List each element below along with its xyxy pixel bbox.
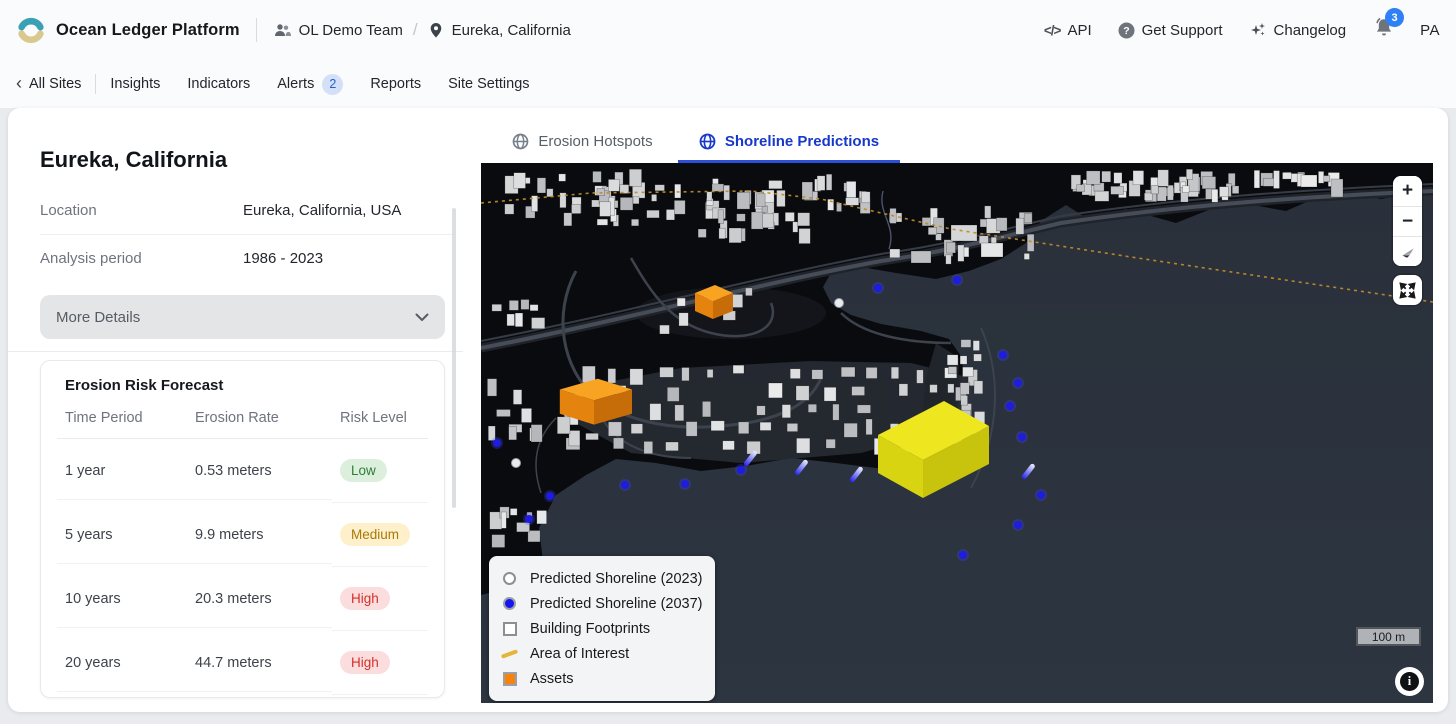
- legend-label: Predicted Shoreline (2037): [530, 596, 703, 612]
- changelog-link[interactable]: Changelog: [1249, 21, 1347, 39]
- app-title: Ocean Ledger Platform: [56, 21, 240, 40]
- risk-badge: Low: [340, 459, 387, 482]
- map-viewport: Predicted Shoreline (2023) Predicted Shor…: [481, 163, 1433, 703]
- circle-blue-icon: [501, 597, 518, 610]
- erosion-risk-forecast-card: Erosion Risk Forecast Time Period Erosio…: [40, 360, 445, 698]
- chevron-down-icon: [415, 313, 429, 322]
- risk-badge: High: [340, 651, 390, 674]
- square-outline-icon: [501, 622, 518, 636]
- line-yellow-icon: [501, 652, 518, 656]
- zoom-out-button[interactable]: −: [1393, 206, 1422, 236]
- location-value: Eureka, California, USA: [243, 202, 401, 219]
- globe-icon: [699, 133, 716, 150]
- circle-outline-icon: [501, 572, 518, 585]
- zoom-in-button[interactable]: +: [1393, 176, 1422, 206]
- location-label: Location: [40, 202, 243, 219]
- map-legend: Predicted Shoreline (2023) Predicted Shor…: [489, 556, 715, 701]
- team-icon: [273, 22, 291, 38]
- table-cell-period: 1 year: [57, 443, 187, 500]
- app-header: Ocean Ledger Platform OL Demo Team / Eur…: [0, 0, 1456, 60]
- table-cell-risk: Low: [332, 439, 428, 503]
- location-field: Location Eureka, California, USA: [40, 187, 453, 234]
- back-chevron-icon: ‹: [16, 74, 22, 92]
- tab-shoreline-predictions[interactable]: Shoreline Predictions: [678, 123, 900, 163]
- alerts-count-badge: 2: [322, 74, 343, 95]
- sparkles-icon: [1249, 21, 1267, 39]
- site-breadcrumb[interactable]: Eureka, California: [428, 22, 571, 39]
- legend-item: Assets: [501, 666, 703, 691]
- site-summary-panel: Eureka, California Location Eureka, Cali…: [8, 108, 463, 712]
- site-subnav: ‹ All Sites Insights Indicators Alerts 2…: [0, 60, 1456, 108]
- fullscreen-button[interactable]: [1393, 275, 1422, 305]
- help-icon: ?: [1118, 22, 1135, 39]
- forecast-table: Time Period Erosion Rate Risk Level 1 ye…: [57, 406, 428, 695]
- analysis-period-label: Analysis period: [40, 250, 243, 267]
- nav-item-site-settings[interactable]: Site Settings: [448, 76, 529, 92]
- legend-label: Building Footprints: [530, 621, 650, 637]
- subnav-divider: [95, 74, 96, 94]
- panel-scrollbar-thumb[interactable]: [452, 208, 456, 508]
- analysis-period-field: Analysis period 1986 - 2023: [40, 234, 453, 282]
- code-icon: </>: [1044, 23, 1061, 38]
- square-orange-icon: [501, 672, 518, 686]
- location-pin-icon: [428, 22, 444, 39]
- legend-label: Assets: [530, 671, 574, 687]
- legend-item: Area of Interest: [501, 641, 703, 666]
- map-attribution-button[interactable]: i: [1395, 667, 1424, 696]
- legend-label: Predicted Shoreline (2023): [530, 571, 703, 587]
- forecast-title: Erosion Risk Forecast: [65, 377, 428, 394]
- table-cell-rate: 20.3 meters: [187, 571, 332, 628]
- svg-text:?: ?: [1123, 25, 1129, 37]
- column-header-risk-level: Risk Level: [332, 406, 428, 439]
- analysis-period-value: 1986 - 2023: [243, 250, 323, 267]
- table-cell-period: 5 years: [57, 507, 187, 564]
- header-divider: [256, 18, 257, 42]
- info-icon: i: [1400, 672, 1419, 691]
- globe-icon: [512, 133, 529, 150]
- page-title: Eureka, California: [40, 147, 463, 173]
- team-breadcrumb[interactable]: OL Demo Team: [273, 22, 403, 39]
- table-cell-period: 10 years: [57, 571, 187, 628]
- panel-section-divider: [8, 351, 463, 352]
- nav-item-reports[interactable]: Reports: [370, 76, 421, 92]
- notifications-button[interactable]: 3: [1374, 17, 1394, 43]
- map-tabs: Erosion Hotspots Shoreline Predictions: [481, 123, 1433, 163]
- team-name: OL Demo Team: [299, 22, 403, 39]
- legend-item: Predicted Shoreline (2037): [501, 591, 703, 616]
- more-details-button[interactable]: More Details: [40, 295, 445, 339]
- back-all-sites-button[interactable]: ‹ All Sites: [16, 76, 81, 92]
- user-avatar[interactable]: PA: [1420, 22, 1440, 39]
- table-cell-risk: High: [332, 567, 428, 631]
- compass-icon: [1400, 244, 1416, 260]
- map-zoom-controls: + −: [1393, 176, 1422, 266]
- legend-item: Building Footprints: [501, 616, 703, 641]
- risk-badge: Medium: [340, 523, 410, 546]
- table-cell-risk: Medium: [332, 503, 428, 567]
- tab-erosion-hotspots[interactable]: Erosion Hotspots: [495, 123, 670, 163]
- compass-button[interactable]: [1393, 236, 1422, 266]
- nav-item-alerts[interactable]: Alerts 2: [277, 74, 343, 95]
- legend-label: Area of Interest: [530, 646, 629, 662]
- nav-item-indicators[interactable]: Indicators: [187, 76, 250, 92]
- column-header-time-period: Time Period: [57, 406, 187, 439]
- map-scale-bar: 100 m: [1356, 627, 1421, 646]
- fullscreen-icon: [1399, 282, 1416, 299]
- api-link[interactable]: </> API: [1044, 22, 1092, 39]
- table-cell-risk: High: [332, 631, 428, 695]
- site-detail-card: Eureka, California Location Eureka, Cali…: [8, 108, 1448, 712]
- table-cell-rate: 44.7 meters: [187, 635, 332, 692]
- column-header-erosion-rate: Erosion Rate: [187, 406, 332, 439]
- nav-item-insights[interactable]: Insights: [110, 76, 160, 92]
- notification-count-badge: 3: [1385, 8, 1404, 27]
- risk-badge: High: [340, 587, 390, 610]
- table-cell-period: 20 years: [57, 635, 187, 692]
- table-cell-rate: 9.9 meters: [187, 507, 332, 564]
- table-cell-rate: 0.53 meters: [187, 443, 332, 500]
- ocean-ledger-logo-icon: [16, 15, 46, 45]
- legend-item: Predicted Shoreline (2023): [501, 566, 703, 591]
- breadcrumb-separator: /: [413, 20, 418, 40]
- get-support-link[interactable]: ? Get Support: [1118, 22, 1223, 39]
- map-section: Erosion Hotspots Shoreline Predictions: [481, 123, 1433, 703]
- site-name: Eureka, California: [452, 22, 571, 39]
